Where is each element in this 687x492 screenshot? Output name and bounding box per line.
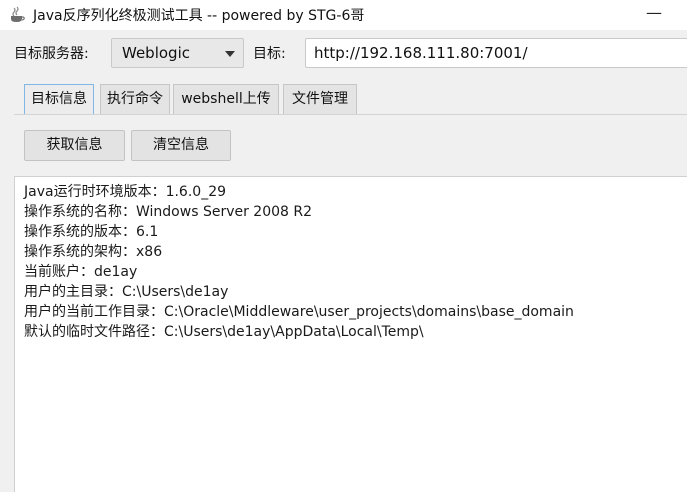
server-row: 目标服务器: Weblogic 目标:: [0, 30, 687, 76]
target-url-input[interactable]: [305, 38, 687, 68]
server-select-value: Weblogic: [122, 44, 190, 62]
tab-webshell-upload[interactable]: webshell上传: [173, 84, 279, 114]
server-select[interactable]: Weblogic: [111, 38, 244, 68]
output-line: 操作系统的名称：Windows Server 2008 R2: [24, 204, 313, 220]
output-line: 操作系统的架构：x86: [24, 244, 163, 260]
title-bar: Java反序列化终极测试工具 -- powered by STG-6哥 —: [0, 0, 687, 30]
target-label: 目标:: [253, 46, 286, 62]
output-line: 当前账户：de1ay: [24, 264, 138, 280]
tab-execute-command[interactable]: 执行命令: [100, 84, 170, 114]
window-title: Java反序列化终极测试工具 -- powered by STG-6哥: [33, 8, 365, 24]
tab-target-info[interactable]: 目标信息: [24, 84, 94, 115]
tab-divider: [14, 114, 687, 115]
output-line: 用户的当前工作目录：C:\Oracle\Middleware\user_proj…: [24, 304, 574, 320]
output-line: 操作系统的版本：6.1: [24, 224, 159, 240]
output-line: 默认的临时文件路径：C:\Users\de1ay\AppData\Local\T…: [24, 324, 424, 340]
clear-info-button[interactable]: 清空信息: [131, 130, 231, 161]
output-line: 用户的主目录：C:\Users\de1ay: [24, 284, 229, 300]
tab-bar: 目标信息 执行命令 webshell上传 文件管理: [0, 76, 687, 116]
minimize-button[interactable]: —: [644, 0, 664, 26]
main-panel: 目标服务器: Weblogic 目标: 目标信息 执行命令 webshell上传…: [0, 30, 687, 492]
tab-file-manager[interactable]: 文件管理: [283, 84, 357, 114]
server-label: 目标服务器:: [14, 46, 89, 62]
output-textarea[interactable]: Java运行时环境版本：1.6.0_29 操作系统的名称：Windows Ser…: [14, 176, 687, 492]
output-line: Java运行时环境版本：1.6.0_29: [24, 184, 227, 200]
get-info-button[interactable]: 获取信息: [24, 130, 125, 161]
chevron-down-icon: [225, 51, 235, 57]
java-coffee-icon: [11, 6, 25, 22]
